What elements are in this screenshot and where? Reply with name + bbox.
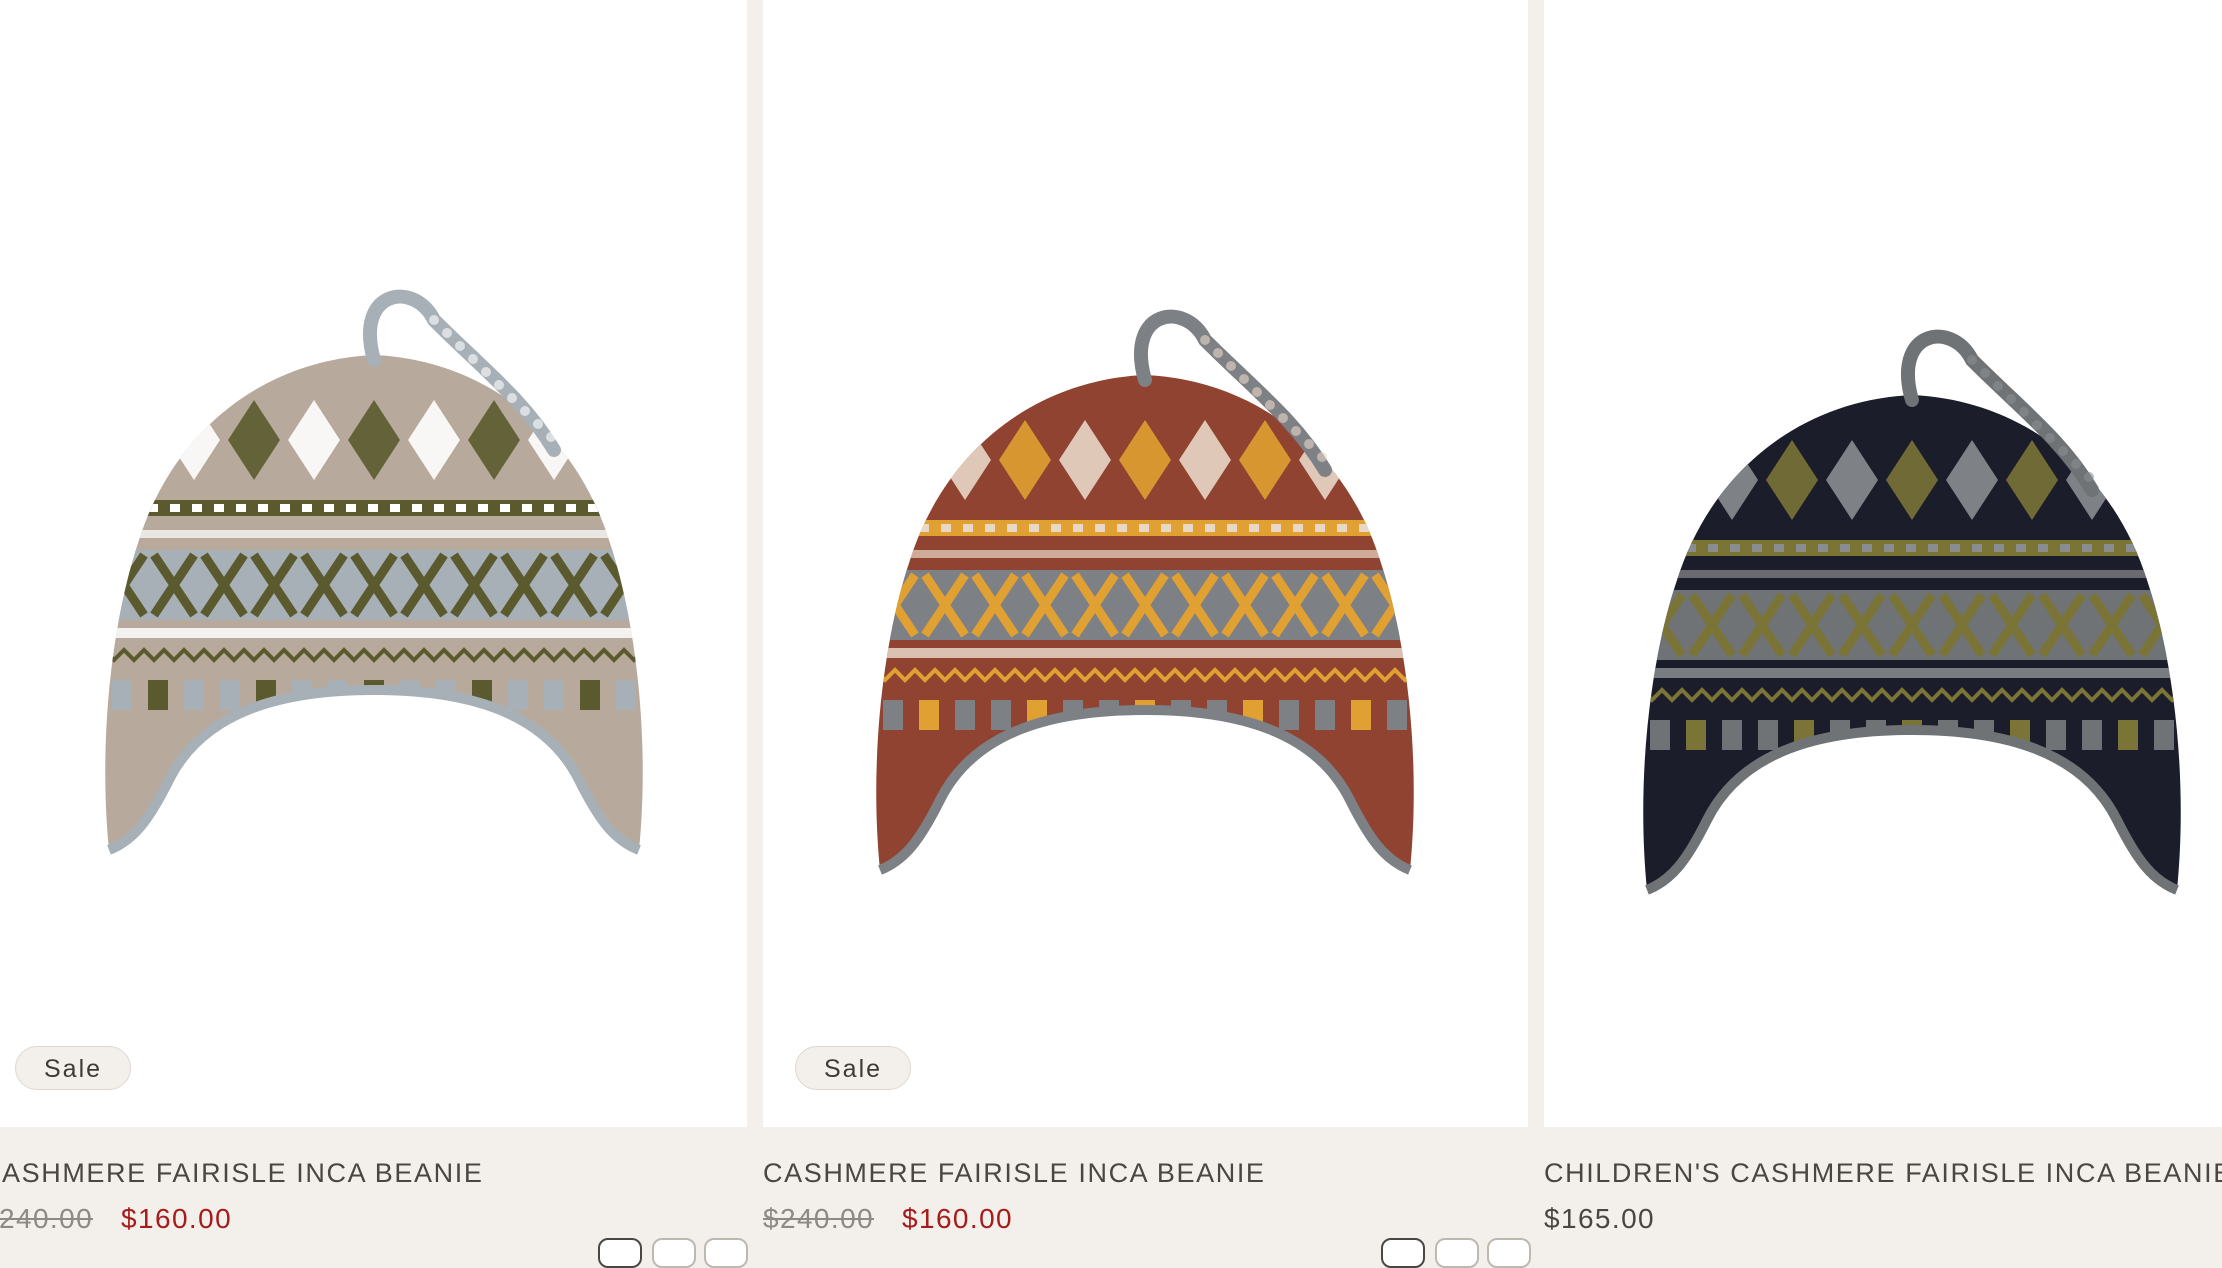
sale-badge: Sale: [15, 1046, 132, 1090]
color-swatches: [598, 1238, 748, 1268]
product-title[interactable]: CHILDREN'S CASHMERE FAIRISLE INCA BEANIE: [1544, 1158, 2222, 1189]
compare-price: $240.00: [763, 1203, 875, 1234]
compare-price: 240.00: [0, 1203, 94, 1234]
color-swatch[interactable]: [704, 1238, 748, 1268]
beanie-image: [105, 289, 643, 855]
sale-price: $160.00: [902, 1203, 1014, 1234]
color-swatch[interactable]: [1381, 1238, 1425, 1268]
regular-price: $165.00: [1544, 1203, 1656, 1234]
sale-badge: Sale: [795, 1046, 912, 1090]
color-swatch[interactable]: [1487, 1238, 1531, 1268]
product-image[interactable]: [1544, 0, 2222, 1127]
product-image[interactable]: [763, 0, 1528, 1127]
product-price: $240.00 $160.00: [763, 1203, 1013, 1235]
sale-price: $160.00: [121, 1203, 233, 1234]
color-swatches: [1381, 1238, 1531, 1268]
color-swatch[interactable]: [1435, 1238, 1479, 1268]
product-title[interactable]: ASHMERE FAIRISLE INCA BEANIE: [2, 1158, 483, 1189]
product-image[interactable]: [0, 0, 747, 1127]
product-price: 240.00 $160.00: [0, 1203, 232, 1235]
product-price: $165.00: [1544, 1203, 1655, 1235]
beanie-image: [1643, 329, 2181, 895]
color-swatch[interactable]: [652, 1238, 696, 1268]
beanie-image: [876, 309, 1414, 875]
product-title[interactable]: CASHMERE FAIRISLE INCA BEANIE: [763, 1158, 1266, 1189]
color-swatch[interactable]: [598, 1238, 642, 1268]
product-grid: Sale ASHMERE FAIRISLE INCA BEANIE 240.00…: [0, 0, 2222, 1268]
